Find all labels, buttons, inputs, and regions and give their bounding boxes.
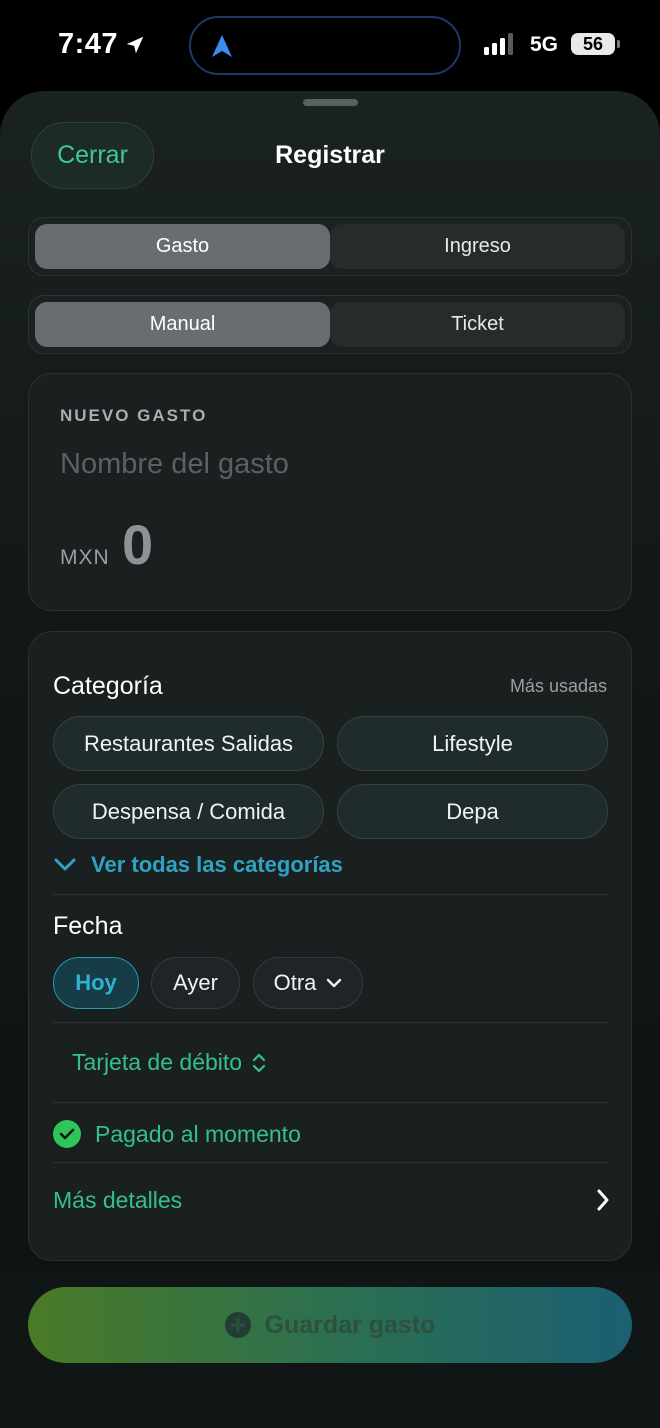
divider — [53, 894, 609, 895]
divider — [53, 1022, 609, 1023]
category-chip-despensa[interactable]: Despensa / Comida — [53, 784, 324, 839]
see-all-label: Ver todas las categorías — [91, 852, 343, 877]
location-arrow-icon — [126, 36, 144, 53]
date-option-otra-label: Otra — [273, 970, 317, 995]
category-chip-restaurantes[interactable]: Restaurantes Salidas — [53, 716, 324, 771]
chevron-right-icon[interactable] — [595, 1187, 611, 1213]
expense-entry-card: NUEVO GASTO Nombre del gasto MXN 0 — [28, 373, 632, 611]
amount-input[interactable]: 0 — [122, 512, 153, 577]
battery-tip — [617, 40, 620, 48]
chevron-down-icon — [327, 978, 342, 988]
battery-icon: 56 — [571, 33, 615, 55]
paid-status-toggle[interactable]: Pagado al momento — [53, 1120, 301, 1148]
checkmark-circle-icon — [53, 1120, 81, 1148]
mode-segmented-control: Manual Ticket — [28, 295, 632, 354]
sheet-grabber[interactable] — [303, 99, 358, 106]
category-chip-depa[interactable]: Depa — [337, 784, 608, 839]
expense-name-input[interactable]: Nombre del gasto — [60, 448, 289, 481]
network-type: 5G — [530, 33, 559, 56]
date-option-ayer[interactable]: Ayer — [151, 957, 240, 1009]
segment-manual[interactable]: Manual — [35, 302, 330, 347]
segment-gasto[interactable]: Gasto — [35, 224, 330, 269]
chevron-up-down-icon — [252, 1053, 266, 1072]
status-bar: 7:47 5G 56 — [0, 0, 660, 90]
segment-ingreso[interactable]: Ingreso — [330, 224, 625, 269]
plus-circle-icon — [224, 1312, 251, 1338]
chevron-down-icon — [54, 858, 76, 871]
payment-method-label: Tarjeta de débito — [72, 1049, 243, 1075]
time-text: 7:47 — [58, 28, 119, 60]
screen: 7:47 5G 56 Cerrar Registrar Gasto Ingres… — [0, 0, 660, 1428]
navigation-arrow-icon — [212, 35, 232, 57]
type-segmented-control: Gasto Ingreso — [28, 217, 632, 276]
paid-status-label: Pagado al momento — [95, 1120, 301, 1147]
date-option-hoy[interactable]: Hoy — [53, 957, 139, 1009]
page-title: Registrar — [275, 141, 385, 169]
divider — [53, 1162, 609, 1163]
save-expense-button[interactable]: Guardar gasto — [28, 1287, 632, 1363]
category-hint: Más usadas — [509, 676, 607, 696]
date-option-otra[interactable]: Otra — [253, 957, 363, 1009]
status-time: 7:47 — [58, 28, 146, 61]
dynamic-island — [189, 16, 461, 75]
see-all-categories-link[interactable]: Ver todas las categorías — [53, 852, 343, 878]
divider — [53, 1102, 609, 1103]
card-eyebrow: NUEVO GASTO — [60, 406, 208, 425]
segment-ticket[interactable]: Ticket — [330, 302, 625, 347]
more-details-link[interactable]: Más detalles — [53, 1187, 182, 1214]
register-sheet: Cerrar Registrar Gasto Ingreso Manual Ti… — [0, 91, 660, 1428]
details-card: Categoría Más usadas Restaurantes Salida… — [28, 631, 632, 1261]
currency-label[interactable]: MXN — [60, 546, 110, 570]
payment-method-selector[interactable]: Tarjeta de débito — [72, 1049, 266, 1076]
category-chip-lifestyle[interactable]: Lifestyle — [337, 716, 608, 771]
save-button-label: Guardar gasto — [264, 1310, 436, 1339]
battery-level: 56 — [582, 33, 604, 54]
category-title: Categoría — [53, 672, 163, 700]
signal-bars-icon — [484, 33, 513, 55]
date-title: Fecha — [53, 912, 123, 940]
